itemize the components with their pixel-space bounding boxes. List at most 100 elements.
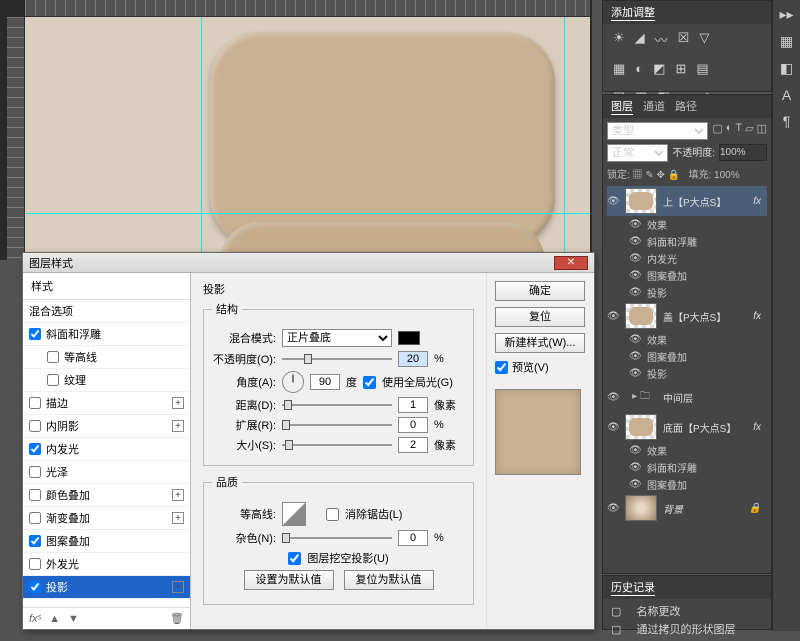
channel-mixer-icon[interactable]: ⊞ xyxy=(675,61,686,77)
make-default-button[interactable]: 设置为默认值 xyxy=(244,570,334,590)
contour-picker[interactable] xyxy=(282,502,306,526)
layer-thumbnail[interactable] xyxy=(625,495,657,521)
visibility-icon[interactable]: 👁 xyxy=(629,287,641,298)
opacity-input[interactable] xyxy=(719,144,767,161)
angle-dial[interactable] xyxy=(282,371,304,393)
lock-pos-icon[interactable]: ✥ xyxy=(657,170,665,181)
opacity-slider[interactable] xyxy=(282,352,392,366)
visibility-icon[interactable]: 👁 xyxy=(629,479,641,490)
cancel-button[interactable]: 复位 xyxy=(495,307,585,327)
layer-name[interactable]: 中间层 xyxy=(663,390,693,405)
lut-icon[interactable]: ▤ xyxy=(696,61,708,77)
paragraph-icon[interactable]: ¶ xyxy=(783,113,791,129)
style-checkbox[interactable] xyxy=(29,489,41,501)
canvas[interactable] xyxy=(25,17,590,262)
add-effect-button[interactable]: + xyxy=(172,512,184,524)
layer-thumbnail[interactable] xyxy=(625,414,657,440)
styles-icon[interactable]: ◧ xyxy=(780,60,793,77)
layer-thumbnail[interactable] xyxy=(625,303,657,329)
lock-all-icon[interactable]: 🔒 xyxy=(668,170,680,181)
layer-thumbnail[interactable] xyxy=(625,188,657,214)
layer-name[interactable]: 盖【P大点S】 xyxy=(663,309,726,324)
style-row[interactable]: 渐变叠加+ xyxy=(23,507,190,530)
noise-input[interactable] xyxy=(398,530,428,546)
style-row[interactable]: 内阴影+ xyxy=(23,415,190,438)
add-effect-button[interactable]: + xyxy=(172,581,184,593)
exposure-icon[interactable]: ☒ xyxy=(678,30,690,49)
layer-row[interactable]: 👁 上【P大点S】 fx xyxy=(607,186,767,216)
visibility-icon[interactable]: 👁 xyxy=(607,503,619,514)
effect-item[interactable]: 图案叠加 xyxy=(647,349,687,364)
shadow-color-swatch[interactable] xyxy=(398,331,420,345)
layer-name[interactable]: 背景 xyxy=(663,501,683,516)
visibility-icon[interactable]: 👁 xyxy=(629,462,641,473)
style-checkbox[interactable] xyxy=(29,466,41,478)
spread-input[interactable] xyxy=(398,417,428,433)
collapse-icon[interactable]: ▸▸ xyxy=(779,6,793,23)
style-checkbox[interactable] xyxy=(29,558,41,570)
filter-smart-icon[interactable]: ◫ xyxy=(757,122,767,140)
size-input[interactable] xyxy=(398,437,428,453)
reset-default-button[interactable]: 复位为默认值 xyxy=(344,570,434,590)
up-icon[interactable]: ▲ xyxy=(49,613,60,625)
tab-paths[interactable]: 路径 xyxy=(675,98,697,115)
layer-name[interactable]: 底面【P大点S】 xyxy=(663,420,736,435)
effect-item[interactable]: 斜面和浮雕 xyxy=(647,234,697,249)
distance-slider[interactable] xyxy=(282,398,392,412)
style-row[interactable]: 图案叠加 xyxy=(23,530,190,553)
guide-horizontal[interactable] xyxy=(25,213,590,214)
filter-shape-icon[interactable]: ▱ xyxy=(745,122,753,140)
style-checkbox[interactable] xyxy=(47,351,59,363)
effect-item[interactable]: 投影 xyxy=(647,366,667,381)
layer-filter-kind[interactable]: 类型 xyxy=(607,122,708,140)
guide-vertical[interactable] xyxy=(564,17,565,262)
blend-mode-select[interactable]: 正片叠底 xyxy=(282,329,392,347)
style-row[interactable]: 投影+ xyxy=(23,576,190,599)
new-style-button[interactable]: 新建样式(W)... xyxy=(495,333,585,353)
style-row[interactable]: 外发光 xyxy=(23,553,190,576)
add-effect-button[interactable]: + xyxy=(172,397,184,409)
layer-row[interactable]: 👁 ▸ 🗀 中间层 xyxy=(607,382,767,412)
brightness-icon[interactable]: ☀ xyxy=(613,30,625,49)
history-item[interactable]: ▢ 通过拷贝的形状图层 xyxy=(611,620,763,638)
style-checkbox[interactable] xyxy=(29,420,41,432)
blend-options-row[interactable]: 混合选项 xyxy=(23,300,190,323)
history-item[interactable]: ▢ 名称更改 xyxy=(611,602,763,620)
lock-trans-icon[interactable]: ▦ xyxy=(633,170,643,181)
add-effect-button[interactable]: + xyxy=(172,489,184,501)
size-slider[interactable] xyxy=(282,438,392,452)
visibility-icon[interactable]: 👁 xyxy=(629,445,641,456)
style-row[interactable]: 内发光 xyxy=(23,438,190,461)
visibility-icon[interactable]: 👁 xyxy=(629,270,641,281)
spread-slider[interactable] xyxy=(282,418,392,432)
layer-row[interactable]: 👁 盖【P大点S】 fx xyxy=(607,301,767,331)
noise-slider[interactable] xyxy=(282,531,392,545)
ok-button[interactable]: 确定 xyxy=(495,281,585,301)
style-checkbox[interactable] xyxy=(29,397,41,409)
visibility-icon[interactable]: 👁 xyxy=(629,219,641,230)
bw-icon[interactable]: ◐ xyxy=(635,61,643,77)
trash-icon[interactable]: 🗑 xyxy=(170,612,184,625)
style-checkbox[interactable] xyxy=(29,328,41,340)
panel-tab-adjust[interactable]: 添加调整 xyxy=(611,4,655,21)
opacity-input[interactable] xyxy=(398,351,428,367)
close-button[interactable]: ✕ xyxy=(554,256,588,270)
visibility-icon[interactable]: 👁 xyxy=(607,196,619,207)
style-row[interactable]: 斜面和浮雕 xyxy=(23,323,190,346)
add-effect-button[interactable]: + xyxy=(172,420,184,432)
curves-icon[interactable]: 〰 xyxy=(655,30,668,49)
effect-item[interactable]: 图案叠加 xyxy=(647,477,687,492)
ruler-horizontal[interactable] xyxy=(25,0,590,17)
dialog-titlebar[interactable]: 图层样式 ✕ xyxy=(23,253,594,273)
style-checkbox[interactable] xyxy=(29,512,41,524)
filter-type-icon[interactable]: T xyxy=(735,122,742,140)
ruler-vertical[interactable] xyxy=(7,17,25,262)
visibility-icon[interactable]: 👁 xyxy=(629,253,641,264)
style-row[interactable]: 描边+ xyxy=(23,392,190,415)
effect-item[interactable]: 斜面和浮雕 xyxy=(647,460,697,475)
visibility-icon[interactable]: 👁 xyxy=(629,368,641,379)
knockout-checkbox[interactable] xyxy=(288,552,301,565)
style-row[interactable]: 纹理 xyxy=(23,369,190,392)
distance-input[interactable] xyxy=(398,397,428,413)
layer-row[interactable]: 👁 背景 🔒 xyxy=(607,493,767,523)
